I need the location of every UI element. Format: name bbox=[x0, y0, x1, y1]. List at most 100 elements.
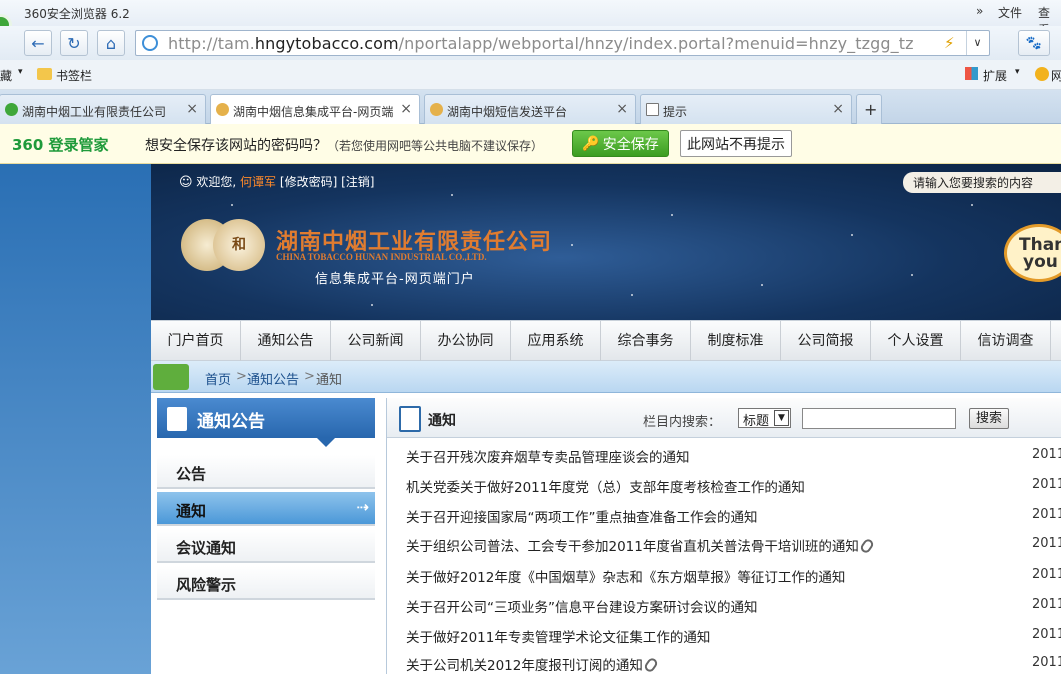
sidebar-item-notice[interactable]: 通知 ⇢ bbox=[157, 492, 375, 526]
more-menu[interactable]: » bbox=[976, 4, 983, 18]
tab-close-button[interactable]: × bbox=[186, 101, 198, 117]
file-menu[interactable]: 文件 bbox=[998, 4, 1022, 21]
menu-affairs[interactable]: 综合事务 bbox=[601, 321, 691, 361]
notice-date: 2011- bbox=[1032, 507, 1061, 522]
notice-date: 2011- bbox=[1032, 627, 1061, 642]
company-name-en: CHINA TOBACCO HUNAN INDUSTRIAL CO.,LTD. bbox=[276, 252, 487, 262]
plus-icon: + bbox=[864, 100, 878, 119]
notice-date: 2011- bbox=[1032, 536, 1061, 551]
tab-close-button[interactable]: × bbox=[832, 101, 844, 117]
paw-icon: 🐾 bbox=[1025, 35, 1043, 51]
thank-you-badge: Than you bbox=[1004, 224, 1061, 282]
new-tab-button[interactable]: + bbox=[856, 94, 882, 124]
favorites-menu[interactable]: 藏 bbox=[0, 67, 12, 84]
browser-navbar: ← ↻ ⌂ http://tam.hngytobacco.com/nportal… bbox=[0, 26, 1061, 60]
site-favicon bbox=[5, 103, 18, 116]
arrow-icon: ⇢ bbox=[356, 498, 369, 516]
back-button[interactable]: ← bbox=[24, 30, 52, 56]
breadcrumb: 首页 > 通知公告 > 通知 bbox=[151, 361, 1061, 393]
secure-save-button[interactable]: 🔑 安全保存 bbox=[572, 130, 669, 157]
extensions-dropdown-icon[interactable]: ▾ bbox=[1015, 67, 1020, 77]
breadcrumb-home[interactable]: 首页 bbox=[205, 369, 231, 388]
bookmark-folder[interactable]: 书签栏 bbox=[56, 67, 92, 84]
breadcrumb-logo-icon bbox=[153, 364, 189, 390]
tab-close-button[interactable]: × bbox=[616, 101, 628, 117]
notice-date: 2011- bbox=[1032, 655, 1061, 670]
tab-company[interactable]: 湖南中烟工业有限责任公司 × bbox=[0, 94, 206, 124]
page-security-icon bbox=[142, 35, 158, 51]
menu-settings[interactable]: 个人设置 bbox=[871, 321, 961, 361]
content-title: 通知 bbox=[428, 413, 456, 429]
sidebar-item-risk[interactable]: 风险警示 bbox=[157, 566, 375, 600]
menu-home[interactable]: 门户首页 bbox=[151, 321, 241, 361]
menu-apps[interactable]: 应用系统 bbox=[511, 321, 601, 361]
sidebar-item-meeting[interactable]: 会议通知 bbox=[157, 529, 375, 563]
notice-link[interactable]: 关于召开迎接国家局“两项工作”重点抽查准备工作会的通知 bbox=[406, 506, 758, 526]
menu-petition[interactable]: 信访调查 bbox=[961, 321, 1051, 361]
chevron-down-icon: ▼ bbox=[774, 410, 789, 426]
notice-link[interactable]: 关于召开残次废弃烟草专卖品管理座谈会的通知 bbox=[406, 446, 690, 466]
tab-label: 湖南中烟短信发送平台 bbox=[447, 105, 568, 119]
notice-link[interactable]: 关于做好2012年度《中国烟草》杂志和《东方烟草报》等征订工作的通知 bbox=[406, 566, 845, 586]
sidebar-header: 通知公告 bbox=[157, 398, 375, 447]
extensions-menu[interactable]: 扩展 bbox=[983, 67, 1007, 84]
sidebar-item-announcement[interactable]: 公告 bbox=[157, 455, 375, 489]
notice-date: 2011- bbox=[1032, 567, 1061, 582]
login-manager-logo: 360 登录管家 bbox=[12, 136, 109, 154]
user-name[interactable]: 何谭军 bbox=[240, 175, 276, 189]
notice-link[interactable]: 关于召开公司“三项业务”信息平台建设方案研讨会议的通知 bbox=[406, 596, 758, 616]
tab-label: 提示 bbox=[663, 105, 688, 119]
search-field-select[interactable]: 标题 ▼ bbox=[738, 408, 791, 429]
tab-close-button[interactable]: × bbox=[400, 101, 412, 117]
address-bar[interactable]: http://tam.hngytobacco.com/nportalapp/we… bbox=[135, 30, 990, 56]
menu-news[interactable]: 公司新闻 bbox=[331, 321, 421, 361]
browser-titlebar: 360安全浏览器 6.2 » 文件 查看 bbox=[0, 0, 1061, 37]
breadcrumb-section[interactable]: 通知公告 bbox=[247, 369, 299, 388]
content-header: 通知 栏目内搜索： 标题 ▼ 搜索 bbox=[387, 398, 1061, 438]
tab-label: 湖南中烟工业有限责任公司 bbox=[22, 105, 167, 119]
search-button[interactable]: 搜索 bbox=[969, 408, 1009, 429]
tab-label: 湖南中烟信息集成平台-网页端 bbox=[233, 105, 394, 119]
notice-link[interactable]: 机关党委关于做好2011年度党（总）支部年度考核检查工作的通知 bbox=[406, 476, 805, 496]
refresh-icon: ↻ bbox=[67, 33, 81, 53]
notice-link[interactable]: 关于公司机关2012年度报刊订阅的通知 bbox=[406, 654, 659, 674]
column-search-input[interactable] bbox=[802, 408, 956, 429]
breadcrumb-current: 通知 bbox=[316, 373, 343, 388]
menu-notices[interactable]: 通知公告 bbox=[241, 321, 331, 361]
menu-office[interactable]: 办公协同 bbox=[421, 321, 511, 361]
url-dropdown-button[interactable]: ∨ bbox=[966, 31, 988, 55]
main-menu: 门户首页 通知公告 公司新闻 办公协同 应用系统 综合事务 制度标准 公司简报 … bbox=[151, 320, 1061, 361]
speed-mode-icon[interactable]: ⚡ bbox=[944, 34, 955, 52]
key-icon: 🔑 bbox=[582, 135, 600, 152]
home-icon: ⌂ bbox=[105, 33, 117, 53]
home-button[interactable]: ⌂ bbox=[97, 30, 125, 56]
notice-date: 2011- bbox=[1032, 447, 1061, 462]
welcome-bar: ☺ 欢迎您, 何谭军 [修改密码] [注销] bbox=[179, 175, 375, 190]
favorites-dropdown-icon[interactable]: ▾ bbox=[18, 67, 23, 77]
tab-sms[interactable]: 湖南中烟短信发送平台 × bbox=[424, 94, 636, 124]
portal-subtitle: 信息集成平台-网页端门户 bbox=[315, 272, 475, 287]
back-arrow-icon: ← bbox=[31, 33, 45, 53]
extension-item[interactable]: 网 bbox=[1051, 67, 1061, 84]
password-manager-bar: 360 登录管家 想安全保存该网站的密码吗？（若您使用网吧等公共电脑不建议保存）… bbox=[0, 124, 1061, 164]
notice-link[interactable]: 关于做好2011年专卖管理学术论文征集工作的通知 bbox=[406, 626, 710, 646]
menu-standards[interactable]: 制度标准 bbox=[691, 321, 781, 361]
save-password-question: 想安全保存该网站的密码吗？（若您使用网吧等公共电脑不建议保存） bbox=[145, 138, 544, 154]
account-links[interactable]: [修改密码] [注销] bbox=[280, 175, 375, 189]
breadcrumb-separator: > bbox=[304, 369, 315, 384]
browser-title: 360安全浏览器 6.2 bbox=[24, 7, 130, 21]
site-search-input[interactable]: 请输入您要搜索的内容 bbox=[903, 172, 1061, 193]
url-text[interactable]: http://tam.hngytobacco.com/nportalapp/we… bbox=[168, 34, 914, 53]
attachment-icon bbox=[858, 537, 875, 555]
refresh-button[interactable]: ↻ bbox=[60, 30, 88, 56]
menu-briefs[interactable]: 公司简报 bbox=[781, 321, 871, 361]
tab-portal[interactable]: 湖南中烟信息集成平台-网页端 × bbox=[210, 94, 420, 125]
notice-date: 2011- bbox=[1032, 477, 1061, 492]
notice-date: 2011- bbox=[1032, 597, 1061, 612]
never-for-site-button[interactable]: 此网站不再提示 bbox=[680, 130, 792, 157]
baidu-search-button[interactable]: 🐾 bbox=[1018, 30, 1050, 56]
page-icon bbox=[646, 103, 659, 116]
notice-link[interactable]: 关于组织公司普法、工会专干参加2011年度省直机关普法骨干培训班的通知 bbox=[406, 535, 875, 555]
smiley-icon: ☺ bbox=[179, 175, 193, 190]
tab-notice[interactable]: 提示 × bbox=[640, 94, 852, 124]
